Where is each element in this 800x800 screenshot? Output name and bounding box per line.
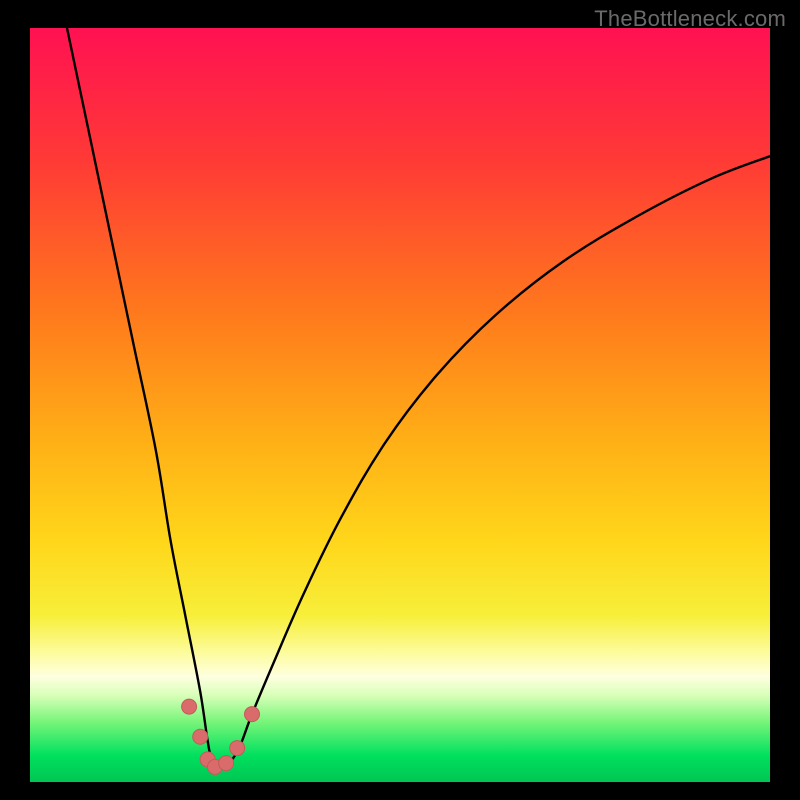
curve-marker	[245, 707, 260, 722]
curve-marker	[219, 756, 234, 771]
curve-marker	[193, 729, 208, 744]
bottleneck-chart	[0, 0, 800, 800]
curve-marker	[230, 741, 245, 756]
chart-container: TheBottleneck.com	[0, 0, 800, 800]
curve-marker	[182, 699, 197, 714]
watermark-text: TheBottleneck.com	[594, 6, 786, 32]
plot-area	[30, 28, 770, 782]
